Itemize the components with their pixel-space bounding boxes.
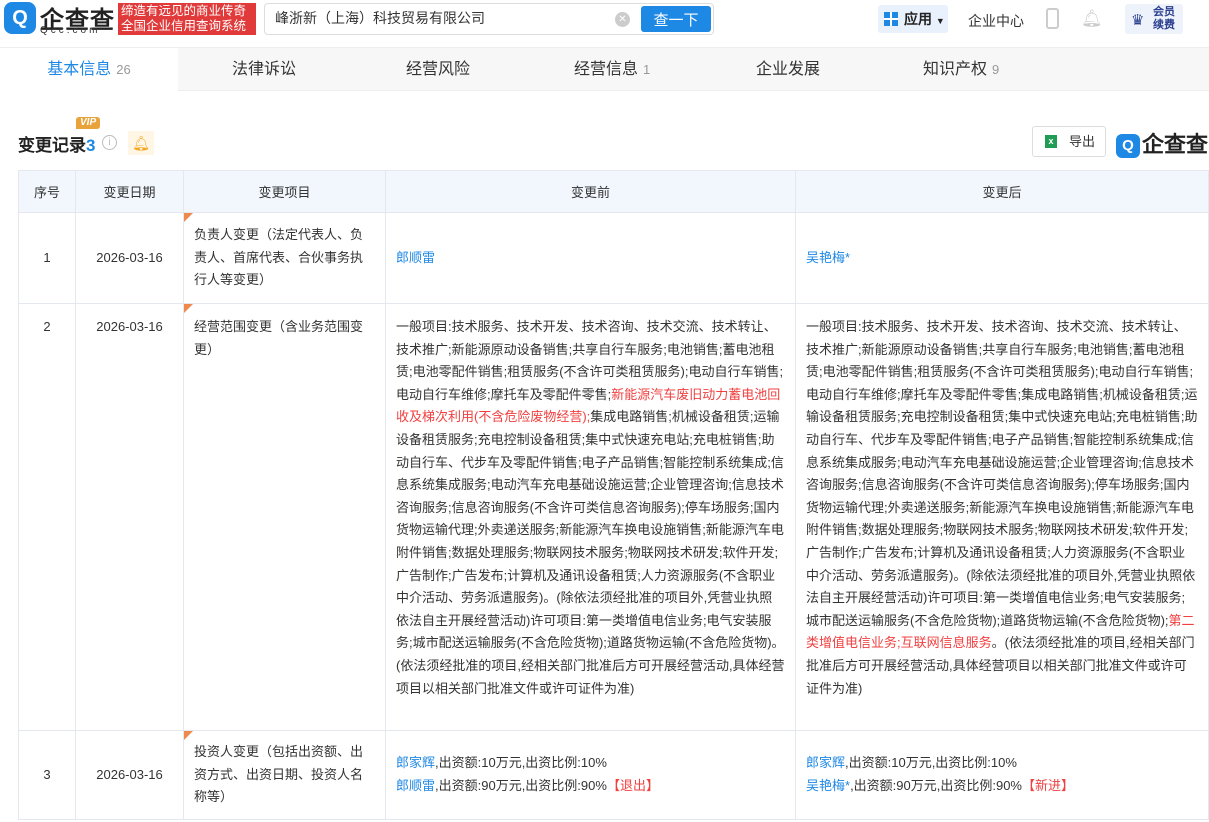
section-count: 3: [86, 136, 96, 155]
caret-down-icon: ▼: [935, 16, 945, 26]
tab-label: 经营信息: [574, 61, 639, 78]
investor-detail: ,出资额:90万元,出资比例:90%: [435, 778, 607, 793]
tab-label: 法律诉讼: [232, 61, 297, 78]
new-tag: 【新进】: [1022, 778, 1075, 793]
crown-icon: ♛: [1131, 12, 1145, 29]
tab-label: 知识产权: [923, 61, 988, 78]
col-header: 变更前: [385, 170, 796, 213]
exit-tag: 【退出】: [606, 778, 659, 793]
export-label: 导出: [1069, 134, 1096, 149]
investor-line: 郎家辉,出资额:10万元,出资比例:10%: [396, 752, 785, 775]
tab-ip[interactable]: 知识产权 9: [923, 48, 999, 92]
change-date: 2026-03-16: [75, 303, 184, 731]
before-cell: 郎家辉,出资额:10万元,出资比例:10% 郎顺雷,出资额:90万元,出资比例:…: [385, 730, 796, 820]
change-item: 负责人变更（法定代表人、负责人、首席代表、合伙事务执行人等变更）: [183, 212, 386, 304]
section-title-text: 变更记录: [18, 136, 86, 155]
corp-center-link[interactable]: 企业中心: [968, 11, 1024, 31]
export-button[interactable]: x 导出: [1032, 126, 1106, 157]
scope-text: 集成电路销售;机械设备租赁;运输设备租赁服务;充电控制设备租赁;集中式快速充电站…: [396, 409, 785, 696]
after-cell: 吴艳梅*: [795, 212, 1209, 304]
tab-count: 1: [643, 62, 651, 77]
investor-detail: ,出资额:10万元,出资比例:10%: [435, 755, 607, 771]
qcc-logo-icon: Q: [1116, 134, 1140, 158]
col-header: 变更项目: [183, 170, 386, 213]
logo-domain: Qcc.com: [40, 25, 101, 36]
change-item: 投资人变更（包括出资额、出资方式、出资日期、投资人名称等）: [183, 730, 386, 820]
tab-label: 基本信息: [47, 61, 112, 78]
tab-basic-info[interactable]: 基本信息 26: [0, 48, 178, 93]
vip-renew-line: 会员: [1153, 6, 1175, 18]
table-header-row: 序号 变更日期 变更项目 变更前 变更后: [18, 170, 1209, 213]
investor-link[interactable]: 郎家辉: [806, 755, 845, 770]
change-date: 2026-03-16: [75, 730, 184, 820]
vip-renew-button[interactable]: ♛ 会员 续费: [1125, 4, 1183, 34]
investor-detail: ,出资额:10万元,出资比例:10%: [845, 755, 1017, 771]
qcc-logo-icon[interactable]: Q: [4, 2, 36, 34]
apps-menu-button[interactable]: 应用 ▼: [878, 5, 948, 33]
slogan-banner: 缔造有远见的商业传奇 全国企业信用查询系统: [118, 3, 256, 35]
investor-line: 郎顺雷,出资额:90万元,出资比例:90%【退出】: [396, 775, 785, 798]
tab-risk[interactable]: 经营风险: [406, 48, 470, 92]
row-number: 2: [18, 303, 76, 731]
tab-label: 经营风险: [406, 61, 471, 78]
vip-renew-line: 续费: [1153, 19, 1175, 31]
col-header: 序号: [18, 170, 76, 213]
row-number: 1: [18, 212, 76, 304]
tab-label: 企业发展: [756, 61, 821, 78]
section-title: 变更记录3: [18, 131, 95, 156]
change-item: 经营范围变更（含业务范围变更）: [183, 303, 386, 731]
slogan-line: 全国企业信用查询系统: [121, 19, 247, 33]
slogan-line: 缔造有远见的商业传奇: [121, 4, 247, 18]
search-input[interactable]: [275, 10, 595, 26]
after-cell: 郎家辉,出资额:10万元,出资比例:10% 吴艳梅*,出资额:90万元,出资比例…: [795, 730, 1209, 820]
table-row: 1 2026-03-16 负责人变更（法定代表人、负责人、首席代表、合伙事务执行…: [18, 212, 1209, 304]
investor-detail: ,出资额:90万元,出资比例:90%: [850, 778, 1022, 793]
before-scope: 一般项目:技术服务、技术开发、技术咨询、技术交流、技术转让、技术推广;新能源原动…: [385, 303, 796, 731]
search-box: ✕ 查一下: [264, 3, 714, 35]
before-cell: 郎顺雷: [385, 212, 796, 304]
investor-line: 郎家辉,出资额:10万元,出资比例:10%: [806, 752, 1198, 775]
monitor-bell-icon[interactable]: 🔔︎: [128, 131, 154, 155]
excel-icon: x: [1045, 135, 1057, 148]
row-number: 3: [18, 730, 76, 820]
qcc-watermark: Q 企查查: [1116, 127, 1208, 159]
clear-icon[interactable]: ✕: [615, 12, 630, 27]
main-tabs: 基本信息 26 法律诉讼 经营风险 经营信息 1 企业发展 知识产权 9: [0, 47, 1209, 93]
grid-icon: [884, 12, 898, 26]
person-link[interactable]: 吴艳梅*: [806, 250, 850, 265]
info-icon[interactable]: i: [102, 135, 117, 150]
investor-line: 吴艳梅*,出资额:90万元,出资比例:90%【新进】: [806, 775, 1198, 798]
after-scope: 一般项目:技术服务、技术开发、技术咨询、技术交流、技术转让、技术推广;新能源原动…: [795, 303, 1209, 731]
table-row: 3 2026-03-16 投资人变更（包括出资额、出资方式、出资日期、投资人名称…: [18, 730, 1209, 820]
table-row: 2 2026-03-16 经营范围变更（含业务范围变更） 一般项目:技术服务、技…: [18, 303, 1209, 731]
vip-badge: VIP: [76, 117, 101, 129]
change-date: 2026-03-16: [75, 212, 184, 304]
top-bar: Q 企查查 Qcc.com 缔造有远见的商业传奇 全国企业信用查询系统 ✕ 查一…: [0, 0, 1209, 44]
change-record-table: 序号 变更日期 变更项目 变更前 变更后 1 2026-03-16 负责人变更（…: [18, 170, 1209, 820]
watermark-text: 企查查: [1142, 132, 1209, 157]
col-header: 变更日期: [75, 170, 184, 213]
tab-count: 26: [116, 62, 131, 77]
investor-link[interactable]: 郎家辉: [396, 755, 435, 770]
tab-legal[interactable]: 法律诉讼: [232, 48, 296, 92]
notification-bell-icon[interactable]: 🔔︎: [1081, 9, 1103, 29]
tab-operation[interactable]: 经营信息 1: [574, 48, 650, 92]
scope-text: 一般项目:技术服务、技术开发、技术咨询、技术交流、技术转让、技术推广;新能源原动…: [806, 319, 1198, 628]
search-button[interactable]: 查一下: [641, 6, 711, 32]
col-header: 变更后: [795, 170, 1209, 213]
investor-link[interactable]: 吴艳梅*: [806, 778, 850, 793]
tab-development[interactable]: 企业发展: [756, 48, 820, 92]
investor-link[interactable]: 郎顺雷: [396, 778, 435, 793]
tab-count: 9: [992, 62, 1000, 77]
mobile-icon[interactable]: [1046, 8, 1059, 29]
apps-label: 应用: [904, 11, 932, 27]
person-link[interactable]: 郎顺雷: [396, 250, 435, 265]
